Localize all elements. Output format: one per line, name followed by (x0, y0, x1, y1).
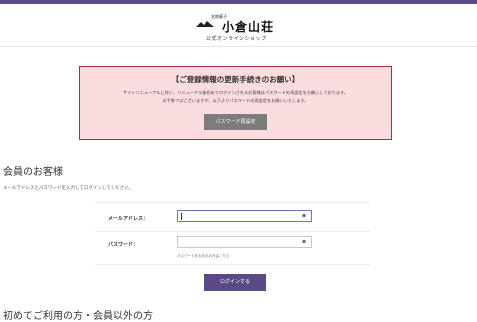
guest-section-title: 初めてご利用の方・会員以外の方 (3, 311, 153, 322)
logo-name: 小倉山荘 (222, 20, 275, 34)
notice-text-line: お手数ではございますが、以下よりパスワードの再設定をお願いいたします。 (162, 98, 309, 103)
notice-title: 【ご登録情報の更新手続きのお願い】 (171, 75, 300, 84)
text-caret (181, 213, 182, 220)
login-form: メールアドレス： ▪ パスワード： ▪ パスワードをお忘れの方はこちら (95, 202, 370, 265)
site-header: 名物菓子 小倉山荘 公式オンラインショップ (0, 4, 477, 47)
password-field[interactable]: ▪ (177, 236, 312, 248)
mountain-logo-icon (196, 21, 214, 27)
email-label: メールアドレス： (108, 216, 149, 222)
forgot-password-link[interactable]: パスワードをお忘れの方はこちら (177, 254, 230, 259)
password-row: パスワード： ▪ パスワードをお忘れの方はこちら (95, 230, 370, 265)
logo-subtitle: 公式オンラインショップ (206, 36, 267, 42)
key-icon[interactable]: ▪ (302, 213, 309, 219)
email-field[interactable]: ▪ (177, 210, 312, 222)
password-reset-button[interactable]: パスワード再設定 (204, 114, 267, 130)
notice-text-line: サイトリニューアルに伴い、リニューアル後初めてログインされるお客様はパスワードの… (122, 90, 349, 95)
key-icon[interactable]: ▪ (302, 239, 309, 245)
member-section-description: メールアドレスとパスワードを入力してログインしてください。 (3, 186, 134, 191)
email-row: メールアドレス： ▪ (95, 202, 370, 232)
member-section-title: 会員のお客様 (3, 167, 63, 178)
login-button[interactable]: ログインする (204, 274, 266, 291)
password-reset-notice: 【ご登録情報の更新手続きのお願い】 サイトリニューアルに伴い、リニューアル後初め… (79, 66, 392, 140)
password-label: パスワード： (108, 242, 139, 248)
notice-text: サイトリニューアルに伴い、リニューアル後初めてログインされるお客様はパスワードの… (90, 89, 381, 105)
